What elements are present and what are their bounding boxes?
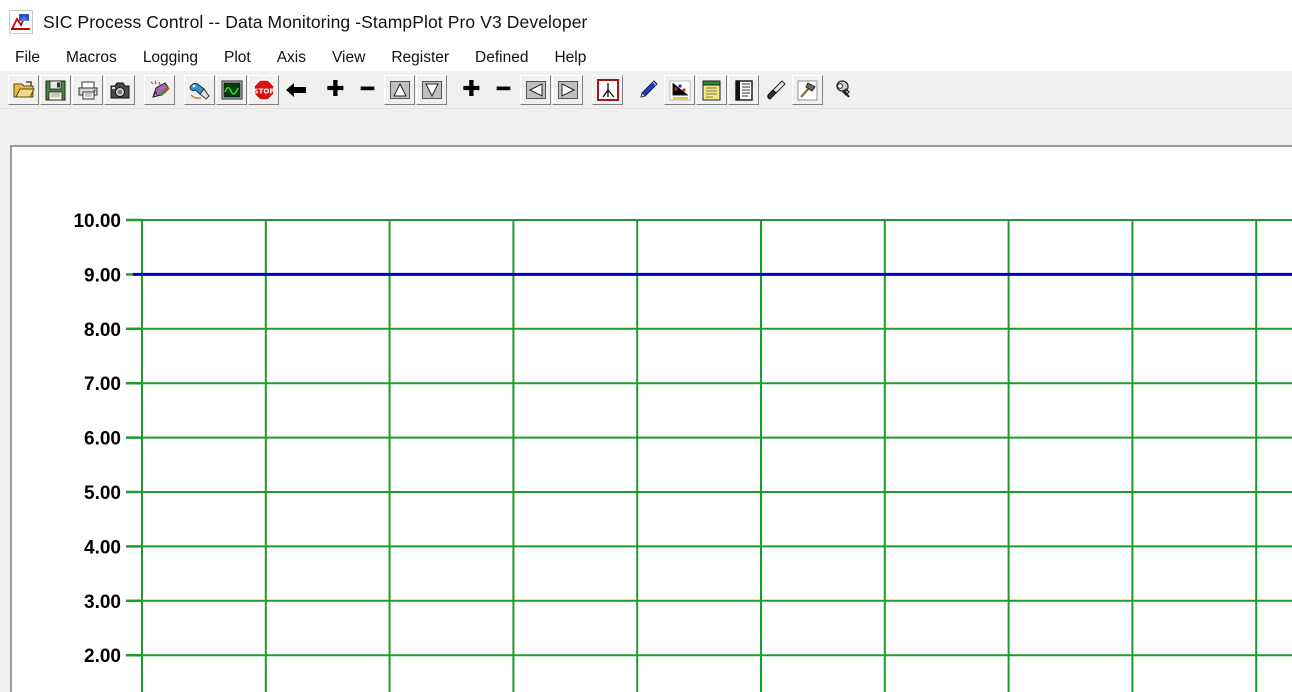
y-axis-tick-label: 2.00: [84, 646, 121, 667]
menu-item-file[interactable]: File: [13, 48, 42, 68]
title-bar: SIC Process Control -- Data Monitoring -…: [0, 0, 1292, 44]
plus-icon: ✚: [462, 77, 481, 102]
monitor-scope-button[interactable]: [216, 75, 247, 105]
shift-x-right-button[interactable]: [552, 75, 583, 105]
camera-snapshot-button[interactable]: [104, 75, 135, 105]
shift-y-down-button[interactable]: [416, 75, 447, 105]
toolbar-separator: [624, 75, 632, 105]
svg-text:STOP: STOP: [253, 88, 274, 96]
toolbar-separator: [448, 75, 456, 105]
zoom-out-x-button[interactable]: ━: [488, 75, 519, 105]
app-icon: [9, 10, 33, 34]
zoom-out-y-button[interactable]: ━: [352, 75, 383, 105]
axis-settings-button[interactable]: [592, 75, 623, 105]
stampplot-window: SIC Process Control -- Data Monitoring -…: [0, 0, 1292, 692]
triangle-right-icon: [557, 81, 578, 99]
plot-canvas[interactable]: 10.00 9.00 8.00 7.00 6.00 5.00 4.00 3.00 2.00: [12, 147, 1292, 692]
minus-icon: ━: [496, 77, 511, 102]
toolbar-separator: [136, 75, 144, 105]
y-axis-tick-label: 8.00: [84, 320, 121, 341]
print-icon: [77, 80, 99, 100]
plus-icon: ✚: [326, 77, 345, 102]
plot-area[interactable]: 10.00 9.00 8.00 7.00 6.00 5.00 4.00 3.00 2.00: [10, 145, 1292, 692]
marker-pen-button[interactable]: [144, 75, 175, 105]
stop-button[interactable]: STOP: [248, 75, 279, 105]
notes-button[interactable]: [696, 75, 727, 105]
back-arrow-icon: [284, 81, 308, 99]
tools-button[interactable]: [792, 75, 823, 105]
wrench-settings-icon: [829, 79, 851, 101]
scatter-chart-icon: [669, 80, 691, 101]
zoom-in-x-button[interactable]: ✚: [456, 75, 487, 105]
window-title: SIC Process Control -- Data Monitoring -…: [43, 11, 588, 32]
settings-button[interactable]: [824, 75, 855, 105]
zoom-in-y-button[interactable]: ✚: [320, 75, 351, 105]
chart-options-button[interactable]: [664, 75, 695, 105]
plot-background: [12, 147, 1292, 692]
draw-pen-button[interactable]: [632, 75, 663, 105]
camera-snapshot-icon: [109, 81, 131, 100]
y-axis-tick-label: 6.00: [84, 429, 121, 450]
toolbar-separator: [312, 75, 320, 105]
menu-item-help[interactable]: Help: [552, 48, 588, 68]
y-axis-tick-label: 7.00: [84, 374, 121, 395]
menu-bar: File Macros Logging Plot Axis View Regis…: [0, 44, 1292, 71]
data-log-button[interactable]: [728, 75, 759, 105]
control-strip: 0, 10 User Status 100 0,30: [0, 109, 1292, 246]
connect-plug-button[interactable]: [184, 75, 215, 105]
select-pointer-button[interactable]: [760, 75, 791, 105]
triangle-up-icon: [389, 81, 410, 99]
toolbar: STOP ✚ ━ ✚ ━: [0, 71, 1292, 109]
triangle-left-icon: [525, 81, 546, 99]
y-axis-tick-label: 10.00: [73, 211, 121, 232]
toolbar-separator: [584, 75, 592, 105]
shift-y-up-button[interactable]: [384, 75, 415, 105]
menu-item-axis[interactable]: Axis: [275, 48, 308, 68]
toolbar-separator: [176, 75, 184, 105]
menu-item-macros[interactable]: Macros: [64, 48, 119, 68]
marker-pen-icon: [148, 79, 171, 101]
y-axis-tick-label: 4.00: [84, 537, 121, 558]
y-axis-tick-label: 9.00: [84, 265, 121, 286]
menu-item-view[interactable]: View: [330, 48, 367, 68]
blue-pen-icon: [637, 79, 659, 101]
pointer-hand-icon: [765, 79, 787, 101]
notepad-icon: [701, 80, 722, 101]
menu-item-register[interactable]: Register: [389, 48, 451, 68]
y-axis-tick-label: 3.00: [84, 592, 121, 613]
open-file-icon: [13, 80, 35, 100]
shift-x-left-button[interactable]: [520, 75, 551, 105]
back-arrow-button[interactable]: [280, 75, 311, 105]
menu-item-defined[interactable]: Defined: [473, 48, 530, 68]
axis-settings-icon: [596, 79, 619, 101]
menu-item-logging[interactable]: Logging: [141, 48, 200, 68]
print-button[interactable]: [72, 75, 103, 105]
connect-plug-icon: [188, 80, 211, 101]
open-file-button[interactable]: [8, 75, 39, 105]
hammer-tool-icon: [797, 80, 818, 101]
stop-sign-icon: STOP: [252, 79, 275, 101]
triangle-down-icon: [421, 81, 442, 99]
save-file-button[interactable]: [40, 75, 71, 105]
y-axis-tick-label: 5.00: [84, 483, 121, 504]
minus-icon: ━: [360, 77, 375, 102]
save-file-icon: [45, 80, 66, 101]
monitor-scope-icon: [221, 80, 243, 100]
menu-item-plot[interactable]: Plot: [222, 48, 253, 68]
data-log-icon: [734, 79, 754, 101]
